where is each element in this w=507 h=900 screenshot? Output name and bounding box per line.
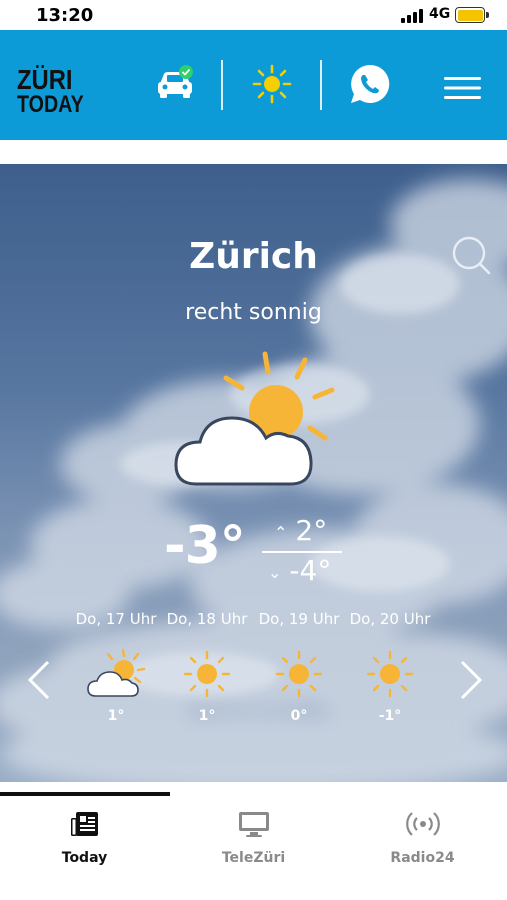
network-type: 4G xyxy=(429,6,451,22)
tab-label: Today xyxy=(61,850,108,866)
tab-today[interactable]: Today xyxy=(0,810,169,866)
hour-temperature: -1° xyxy=(378,708,402,724)
battery-icon xyxy=(455,7,489,23)
low-temp-row: ⌄ -4° xyxy=(268,554,331,587)
logo-line2: TODAY xyxy=(17,91,84,118)
chevron-down-icon: ⌄ xyxy=(268,562,282,582)
bottom-navigation: Today TeleZüri Radio24 xyxy=(0,782,507,900)
whatsapp-icon[interactable] xyxy=(348,62,392,110)
chevron-left-icon[interactable] xyxy=(26,660,52,704)
hourly-forecast-item: Do, 17 Uhr 1° xyxy=(70,610,162,724)
sun-icon xyxy=(161,644,253,704)
hour-label: Do, 17 Uhr xyxy=(75,610,157,628)
tab-radio24[interactable]: Radio24 xyxy=(338,810,507,866)
sun-icon xyxy=(253,644,345,704)
hour-label: Do, 19 Uhr xyxy=(258,610,340,628)
chevron-up-icon: ⌃ xyxy=(274,522,288,542)
hourly-forecast-item: Do, 18 Uhr 1° xyxy=(161,610,253,724)
low-temperature: -4° xyxy=(289,554,332,587)
weather-condition: recht sonnig xyxy=(185,300,322,325)
status-bar: 13:20 4G xyxy=(0,0,507,30)
tab-label: TeleZüri xyxy=(221,850,286,866)
active-tab-indicator xyxy=(0,792,170,796)
search-icon[interactable] xyxy=(452,236,492,280)
logo-line1: ZÜRI xyxy=(17,64,73,95)
hourly-forecast-item: Do, 20 Uhr -1° xyxy=(344,610,436,724)
hamburger-menu-icon[interactable] xyxy=(444,75,482,105)
hour-temperature: 1° xyxy=(107,708,125,724)
hour-label: Do, 18 Uhr xyxy=(166,610,248,628)
signal-icon xyxy=(401,9,425,23)
tab-telezueri[interactable]: TeleZüri xyxy=(169,810,338,866)
high-temperature: 2° xyxy=(295,514,328,547)
current-temperature: -3° xyxy=(164,516,246,576)
hour-label: Do, 20 Uhr xyxy=(349,610,431,628)
weather-panel: Zürich recht sonnig -3° ⌃ 2° ⌄ -4° Do, 17 … xyxy=(0,164,507,782)
status-time: 13:20 xyxy=(36,5,94,26)
sun-icon xyxy=(344,644,436,704)
app-header: ZÜRI TODAY xyxy=(0,30,507,140)
zueri-today-logo[interactable]: ZÜRI TODAY xyxy=(17,64,98,118)
high-temp-row: ⌃ 2° xyxy=(274,514,327,547)
newspaper-icon xyxy=(70,810,100,842)
header-spacer xyxy=(0,140,507,164)
hourly-forecast-item: Do, 19 Uhr 0° xyxy=(253,610,345,724)
radio-broadcast-icon xyxy=(405,810,441,842)
tv-icon xyxy=(237,810,271,842)
traffic-car-icon[interactable] xyxy=(156,64,196,104)
sun-behind-cloud-icon xyxy=(170,350,340,494)
chevron-right-icon[interactable] xyxy=(458,660,484,704)
weather-sun-icon[interactable] xyxy=(252,64,292,108)
tab-label: Radio24 xyxy=(390,850,455,866)
hour-temperature: 1° xyxy=(198,708,216,724)
city-name: Zürich xyxy=(189,236,318,277)
hour-temperature: 0° xyxy=(290,708,308,724)
sun-behind-cloud-icon xyxy=(70,644,162,704)
